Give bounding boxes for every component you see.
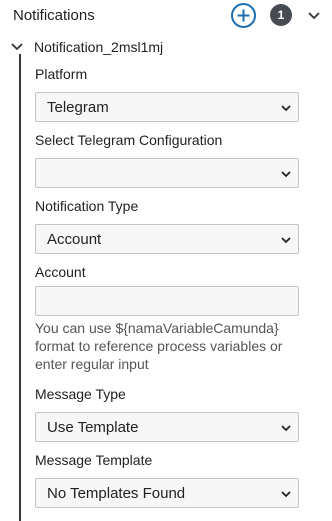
dropdown-arrow-icon xyxy=(281,491,291,498)
notification-type-label: Notification Type xyxy=(35,198,139,214)
count-badge: 1 xyxy=(270,4,292,26)
message-template-label: Message Template xyxy=(35,452,153,468)
add-notification-button[interactable] xyxy=(231,3,256,28)
tree-indent-line xyxy=(19,54,21,521)
account-label: Account xyxy=(35,264,86,280)
notification-type-select[interactable]: Account xyxy=(35,224,299,254)
section-title: Notifications xyxy=(13,7,95,24)
message-template-select[interactable]: No Templates Found xyxy=(35,478,299,508)
chevron-down-icon[interactable] xyxy=(307,9,321,23)
telegram-config-label: Select Telegram Configuration xyxy=(35,132,223,148)
account-hint: You can use ${namaVariableCamunda} forma… xyxy=(35,320,283,372)
message-template-select-value: No Templates Found xyxy=(47,485,186,502)
notification-item-title[interactable]: Notification_2msl1mj xyxy=(34,37,163,57)
platform-label: Platform xyxy=(35,66,88,82)
message-type-select-value: Use Template xyxy=(47,419,139,436)
dropdown-arrow-icon xyxy=(281,237,291,244)
platform-select-value: Telegram xyxy=(47,99,109,116)
message-type-label: Message Type xyxy=(35,386,126,402)
telegram-config-select[interactable] xyxy=(35,158,299,188)
notification-type-select-value: Account xyxy=(47,231,102,248)
account-input[interactable] xyxy=(35,286,299,316)
platform-select[interactable]: Telegram xyxy=(35,92,299,122)
notifications-header: Notifications 1 xyxy=(0,0,332,34)
dropdown-arrow-icon xyxy=(281,171,291,178)
dropdown-arrow-icon xyxy=(281,425,291,432)
dropdown-arrow-icon xyxy=(281,105,291,112)
item-expand-chevron-icon[interactable] xyxy=(10,40,24,54)
plus-icon xyxy=(237,9,250,22)
message-type-select[interactable]: Use Template xyxy=(35,412,299,442)
